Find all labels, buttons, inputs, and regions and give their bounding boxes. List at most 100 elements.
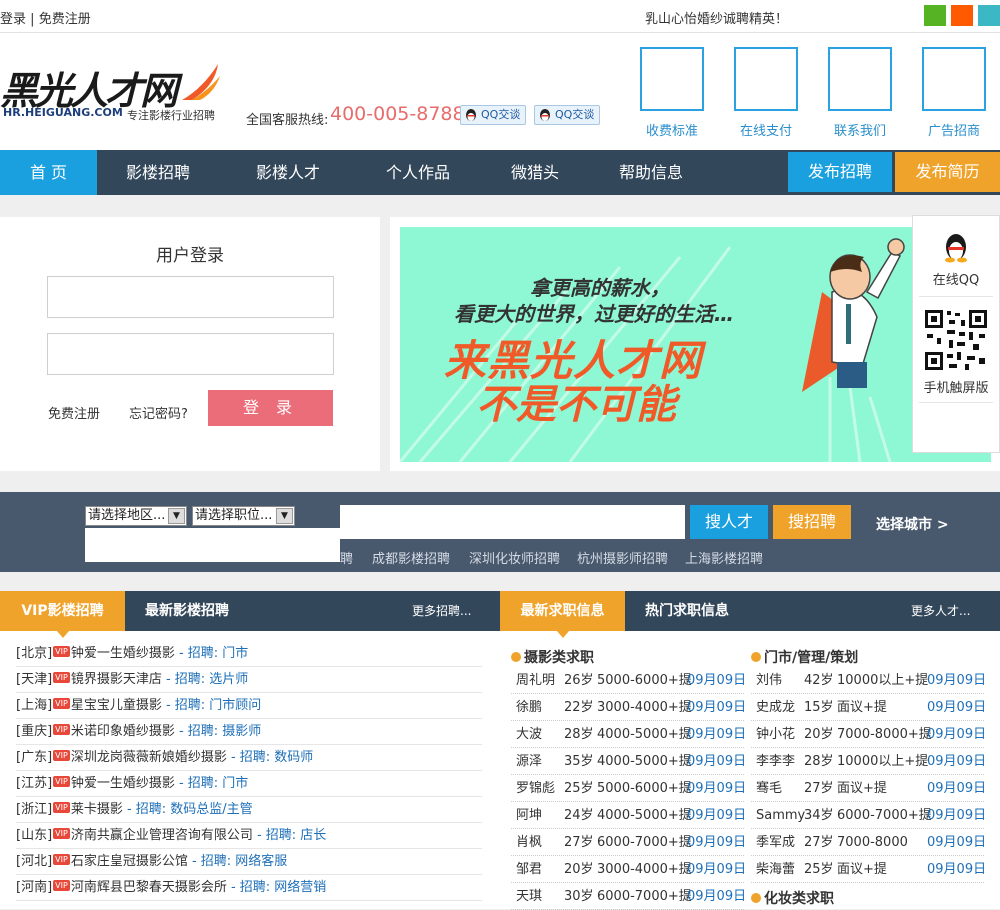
contact-icon[interactable] xyxy=(828,47,892,111)
hot-link[interactable]: 聘 xyxy=(340,548,353,567)
seeker-name[interactable]: 大波 xyxy=(516,721,542,748)
seeker-row[interactable]: Sammy 34岁 6000-7000+提 09月09日 xyxy=(751,802,986,829)
position-select[interactable]: 请选择职位... ▼ xyxy=(192,506,295,526)
company-link[interactable]: 钟爱一生婚纱摄影 xyxy=(71,646,175,661)
seeker-name[interactable]: 骞毛 xyxy=(756,775,782,802)
theme-green-swatch[interactable] xyxy=(924,5,946,26)
scrolling-notice[interactable]: 乳山心怡婚纱诚聘精英！ xyxy=(645,8,788,27)
hot-link[interactable]: 上海影楼招聘 xyxy=(685,548,763,567)
login-button[interactable]: 登 录 xyxy=(208,390,333,426)
company-link[interactable]: 钟爱一生婚纱摄影 xyxy=(71,776,175,791)
seeker-name[interactable]: 钟小花 xyxy=(756,721,795,748)
vip-job-row[interactable]: [山东] VIP 济南共赢企业管理咨询有限公司 - 招聘: 店长 xyxy=(16,823,482,849)
company-link[interactable]: 济南共赢企业管理咨询有限公司 xyxy=(71,828,253,843)
more-talent-link[interactable]: 更多人才... xyxy=(911,591,970,631)
tab-latest-seekers[interactable]: 最新求职信息 xyxy=(500,591,625,638)
nav-help[interactable]: 帮助信息 xyxy=(603,150,699,195)
hot-link[interactable]: 深圳化妆师招聘 xyxy=(469,548,560,567)
seeker-row[interactable]: 罗锦彪 25岁 5000-6000+提 09月09日 xyxy=(511,775,746,802)
vip-job-row[interactable]: [河北] VIP 石家庄皇冠摄影公馆 - 招聘: 网络客服 xyxy=(16,849,482,875)
seeker-name[interactable]: 柴海蕾 xyxy=(756,856,795,883)
company-link[interactable]: 石家庄皇冠摄影公馆 xyxy=(71,854,188,869)
region-select[interactable]: 请选择地区... ▼ xyxy=(85,506,187,526)
nav-studio-jobs[interactable]: 影楼招聘 xyxy=(108,150,208,195)
hot-link[interactable]: 杭州摄影师招聘 xyxy=(577,548,668,567)
nav-headhunter[interactable]: 微猎头 xyxy=(492,150,578,195)
theme-orange-swatch[interactable] xyxy=(951,5,973,26)
post-job-button[interactable]: 发布招聘 xyxy=(788,152,892,192)
tab-latest-jobs[interactable]: 最新影楼招聘 xyxy=(145,591,229,631)
vip-job-row[interactable]: [河南] VIP 河南辉县巴黎春天摄影会所 - 招聘: 网络营销 xyxy=(16,875,482,901)
seeker-row[interactable]: 天琪 30岁 6000-7000+提 09月09日 xyxy=(511,883,746,910)
seeker-row[interactable]: 周礼明 26岁 5000-6000+提 09月09日 xyxy=(511,667,746,694)
seeker-row[interactable]: 邹君 20岁 3000-4000+提 09月09日 xyxy=(511,856,746,883)
seeker-name[interactable]: 周礼明 xyxy=(516,667,555,694)
seeker-name[interactable]: 肖枫 xyxy=(516,829,542,856)
vip-job-row[interactable]: [上海] VIP 星宝宝儿童摄影 - 招聘: 门市顾问 xyxy=(16,693,482,719)
advertising-link[interactable]: 广告招商 xyxy=(909,120,999,139)
seeker-name[interactable]: Sammy xyxy=(756,802,805,829)
seeker-name[interactable]: 刘伟 xyxy=(756,667,782,694)
password-input[interactable] xyxy=(47,333,334,375)
seeker-row[interactable]: 大波 28岁 4000-5000+提 09月09日 xyxy=(511,721,746,748)
pricing-link[interactable]: 收费标准 xyxy=(627,120,717,139)
mobile-version-label[interactable]: 手机触屏版 xyxy=(913,377,999,396)
seeker-name[interactable]: 邹君 xyxy=(516,856,542,883)
job-title-link[interactable]: 门市 xyxy=(222,776,248,791)
keyword-input[interactable] xyxy=(340,505,685,539)
vip-job-row[interactable]: [北京] VIP 钟爱一生婚纱摄影 - 招聘: 门市 xyxy=(16,641,482,667)
job-title-link[interactable]: 摄影师 xyxy=(222,724,261,739)
select-city-link[interactable]: 选择城市 > xyxy=(876,514,949,534)
seeker-row[interactable]: 阿坤 24岁 4000-5000+提 09月09日 xyxy=(511,802,746,829)
contact-link[interactable]: 联系我们 xyxy=(815,120,905,139)
vip-job-row[interactable]: [天津] VIP 镜界摄影天津店 - 招聘: 选片师 xyxy=(16,667,482,693)
job-title-link[interactable]: 门市顾问 xyxy=(209,698,261,713)
vip-job-row[interactable]: [浙江] VIP 莱卡摄影 - 招聘: 数码总监/主管 xyxy=(16,797,482,823)
online-qq-label[interactable]: 在线QQ xyxy=(913,269,999,288)
search-jobs-button[interactable]: 搜招聘 xyxy=(773,505,851,539)
seeker-row[interactable]: 史成龙 15岁 面议+提 09月09日 xyxy=(751,694,986,721)
nav-studio-talent[interactable]: 影楼人才 xyxy=(238,150,338,195)
seeker-name[interactable]: 季军成 xyxy=(756,829,795,856)
seeker-name[interactable]: 源泽 xyxy=(516,748,542,775)
company-link[interactable]: 米诺印象婚纱摄影 xyxy=(71,724,175,739)
job-title-link[interactable]: 门市 xyxy=(222,646,248,661)
job-title-link[interactable]: 选片师 xyxy=(209,672,248,687)
theme-teal-swatch[interactable] xyxy=(978,5,1000,26)
job-title-link[interactable]: 店长 xyxy=(300,828,326,843)
company-link[interactable]: 星宝宝儿童摄影 xyxy=(71,698,162,713)
company-link[interactable]: 河南辉县巴黎春天摄影会所 xyxy=(71,880,227,895)
job-title-link[interactable]: 数码师 xyxy=(274,750,313,765)
promo-banner[interactable]: 拿更高的薪水， 看更大的世界，过更好的生活… 来黑光人才网 不是不可能 xyxy=(400,227,991,462)
seeker-row[interactable]: 刘伟 42岁 10000以上+提 09月09日 xyxy=(751,667,986,694)
vip-job-row[interactable]: [重庆] VIP 米诺印象婚纱摄影 - 招聘: 摄影师 xyxy=(16,719,482,745)
more-jobs-link[interactable]: 更多招聘... xyxy=(412,591,471,631)
seeker-name[interactable]: 李李李 xyxy=(756,748,795,775)
qq-chat-button-2[interactable]: QQ交谈 xyxy=(534,105,600,125)
company-link[interactable]: 深圳龙岗薇薇新娘婚纱摄影 xyxy=(71,750,227,765)
online-payment-icon[interactable] xyxy=(734,47,798,111)
qq-chat-button-1[interactable]: QQ交谈 xyxy=(460,105,526,125)
seeker-row[interactable]: 肖枫 27岁 6000-7000+提 09月09日 xyxy=(511,829,746,856)
post-resume-button[interactable]: 发布简历 xyxy=(895,152,1000,192)
register-link[interactable]: 免费注册 xyxy=(39,12,91,27)
seeker-row[interactable]: 徐鹏 22岁 3000-4000+提 09月09日 xyxy=(511,694,746,721)
hot-link[interactable]: 成都影楼招聘 xyxy=(372,548,450,567)
tab-vip-jobs[interactable]: VIP影楼招聘 xyxy=(0,591,125,638)
nav-portfolio[interactable]: 个人作品 xyxy=(368,150,468,195)
seeker-name[interactable]: 罗锦彪 xyxy=(516,775,555,802)
job-title-link[interactable]: 网络客服 xyxy=(235,854,287,869)
advertising-icon[interactable] xyxy=(922,47,986,111)
job-title-link[interactable]: 网络营销 xyxy=(274,880,326,895)
tab-popular-seekers[interactable]: 热门求职信息 xyxy=(645,591,729,631)
login-link[interactable]: 登录 xyxy=(0,12,26,27)
seeker-name[interactable]: 阿坤 xyxy=(516,802,542,829)
online-payment-link[interactable]: 在线支付 xyxy=(721,120,811,139)
seeker-row[interactable]: 李李李 28岁 10000以上+提 09月09日 xyxy=(751,748,986,775)
job-title-link[interactable]: 数码总监/主管 xyxy=(170,802,252,817)
pricing-icon[interactable] xyxy=(640,47,704,111)
seeker-name[interactable]: 徐鹏 xyxy=(516,694,542,721)
nav-home[interactable]: 首 页 xyxy=(0,150,97,195)
username-input[interactable] xyxy=(47,276,334,318)
search-talent-button[interactable]: 搜人才 xyxy=(690,505,768,539)
